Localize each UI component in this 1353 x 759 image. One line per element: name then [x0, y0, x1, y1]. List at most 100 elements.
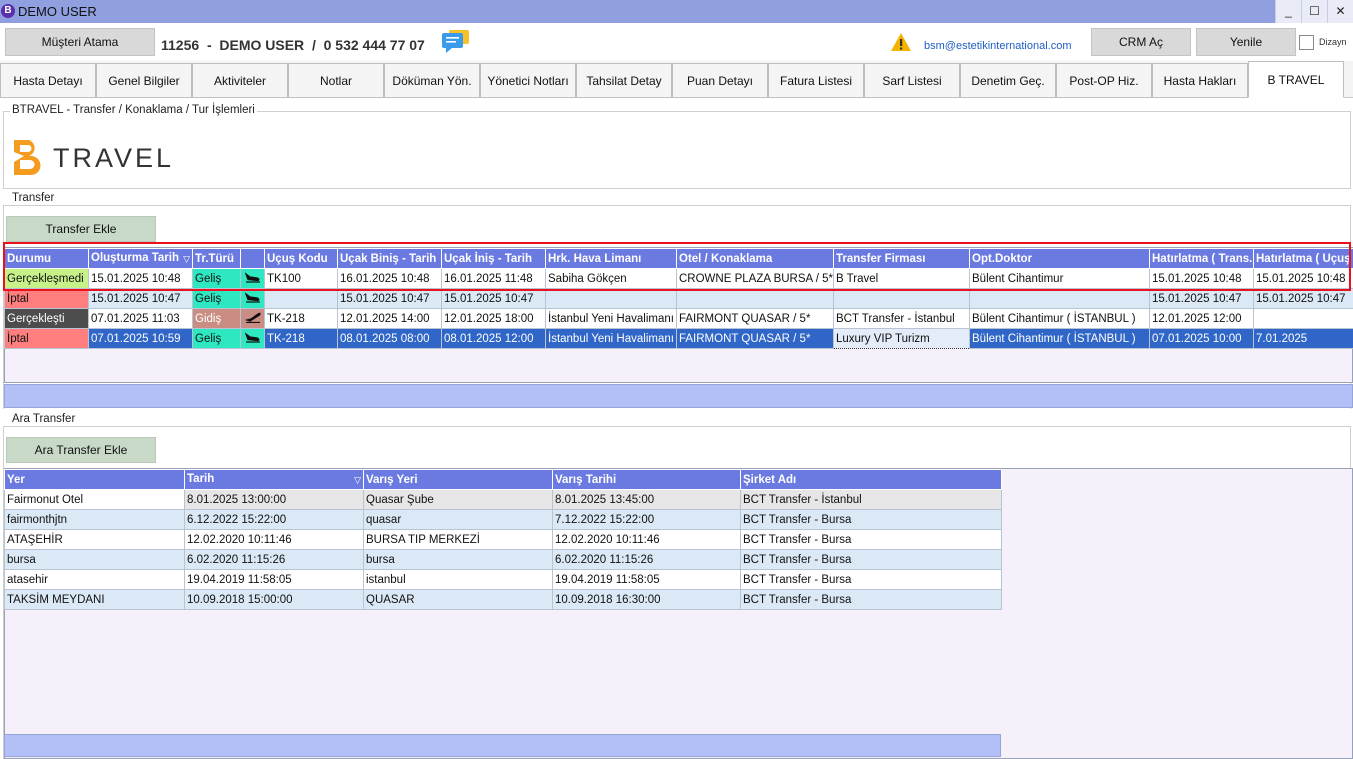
table-cell[interactable]: bursa	[4, 549, 185, 570]
table-row[interactable]: Gerçekleşmedi 15.01.2025 10:48 Geliş TK1…	[4, 268, 1353, 289]
col-varis-tarihi[interactable]: Varış Tarihi	[552, 469, 741, 490]
table-cell[interactable]: BURSA TIP MERKEZİ	[363, 529, 553, 550]
close-button[interactable]: ✕	[1327, 0, 1353, 23]
tab-puan-detayi[interactable]: Puan Detayı	[672, 63, 768, 98]
col-olusturma-tarih[interactable]: Oluşturma Tarih ▽	[88, 248, 193, 269]
table-cell[interactable]: BCT Transfer - Bursa	[740, 569, 1002, 590]
col-otel[interactable]: Otel / Konaklama	[676, 248, 834, 269]
table-cell[interactable]: 19.04.2019 11:58:05	[552, 569, 741, 590]
table-cell[interactable]: QUASAR	[363, 589, 553, 610]
tab-tahsilat-detay[interactable]: Tahsilat Detay	[576, 63, 672, 98]
table-cell[interactable]	[264, 288, 338, 309]
col-durumu[interactable]: Durumu	[4, 248, 89, 269]
maximize-button[interactable]: ☐	[1301, 0, 1327, 23]
table-cell[interactable]: 12.02.2020 10:11:46	[552, 529, 741, 550]
table-row[interactable]: bursa 6.02.2020 11:15:26 bursa 6.02.2020…	[4, 549, 1002, 570]
table-cell[interactable]: BCT Transfer - İstanbul	[740, 489, 1002, 510]
table-row[interactable]: Fairmonut Otel 8.01.2025 13:00:00 Quasar…	[4, 489, 1002, 510]
email-link[interactable]: bsm@estetikinternational.com	[924, 40, 1072, 52]
filter-icon[interactable]: ▽	[183, 254, 190, 265]
type-cell[interactable]: Gidiş	[192, 308, 241, 329]
tab-denetim-gec[interactable]: Denetim Geç.	[960, 63, 1056, 98]
add-transfer-button[interactable]: Transfer Ekle	[6, 216, 156, 242]
table-cell[interactable]: TK-218	[264, 328, 338, 349]
table-cell[interactable]: 12.01.2025 14:00	[337, 308, 442, 329]
assign-customer-button[interactable]: Müşteri Atama	[5, 28, 155, 56]
tab-dokuman-yon[interactable]: Döküman Yön.	[384, 63, 480, 98]
table-cell[interactable]: FAIRMONT QUASAR / 5*	[676, 308, 834, 329]
table-row[interactable]: fairmonthjtn 6.12.2022 15:22:00 quasar 7…	[4, 509, 1002, 530]
table-cell[interactable]: BCT Transfer - Bursa	[740, 509, 1002, 530]
table-cell[interactable]: 07.01.2025 11:03	[88, 308, 193, 329]
table-cell[interactable]: 6.02.2020 11:15:26	[184, 549, 364, 570]
col-transfer-firmasi[interactable]: Transfer Firması	[833, 248, 970, 269]
table-cell[interactable]: Quasar Şube	[363, 489, 553, 510]
col-yer[interactable]: Yer	[4, 469, 185, 490]
table-cell[interactable]	[1253, 308, 1353, 329]
add-ara-transfer-button[interactable]: Ara Transfer Ekle	[6, 437, 156, 463]
table-row[interactable]: Gerçekleşti 07.01.2025 11:03 Gidiş TK-21…	[4, 308, 1353, 329]
table-cell[interactable]: İstanbul Yeni Havalimanı	[545, 328, 677, 349]
tab-yonetici-notlari[interactable]: Yönetici Notları	[480, 63, 576, 98]
status-cell[interactable]: İptal	[4, 288, 89, 309]
table-cell[interactable]: BCT Transfer - İstanbul	[833, 308, 970, 329]
status-cell[interactable]: İptal	[4, 328, 89, 349]
table-cell[interactable]: İstanbul Yeni Havalimanı	[545, 308, 677, 329]
col-ucus-kodu[interactable]: Uçuş Kodu	[264, 248, 338, 269]
table-cell[interactable]: 6.12.2022 15:22:00	[184, 509, 364, 530]
col-hava-limani[interactable]: Hrk. Hava Limanı	[545, 248, 677, 269]
table-row[interactable]: ATAŞEHİR 12.02.2020 10:11:46 BURSA TIP M…	[4, 529, 1002, 550]
type-cell[interactable]: Geliş	[192, 288, 241, 309]
table-cell[interactable]: B Travel	[833, 268, 970, 289]
table-cell[interactable]: BCT Transfer - Bursa	[740, 529, 1002, 550]
table-cell[interactable]: 15.01.2025 10:47	[441, 288, 546, 309]
table-cell[interactable]: atasehir	[4, 569, 185, 590]
table-cell[interactable]: 15.01.2025 10:48	[1253, 268, 1353, 289]
col-icon[interactable]	[240, 248, 265, 269]
col-ucak-binis[interactable]: Uçak Biniş - Tarih	[337, 248, 442, 269]
table-cell[interactable]: Bülent Cihantimur ( İSTANBUL )	[969, 308, 1150, 329]
tab-genel-bilgiler[interactable]: Genel Bilgiler	[96, 63, 192, 98]
table-cell[interactable]: 19.04.2019 11:58:05	[184, 569, 364, 590]
table-row[interactable]: İptal 15.01.2025 10:47 Geliş 15.01.2025 …	[4, 288, 1353, 309]
type-cell[interactable]: Geliş	[192, 268, 241, 289]
status-cell[interactable]: Gerçekleşmedi	[4, 268, 89, 289]
table-cell[interactable]: 12.02.2020 10:11:46	[184, 529, 364, 550]
refresh-button[interactable]: Yenile	[1196, 28, 1296, 56]
table-cell[interactable]: Bülent Cihantimur	[969, 268, 1150, 289]
tab-sarf-listesi[interactable]: Sarf Listesi	[864, 63, 960, 98]
table-cell[interactable]: CROWNE PLAZA BURSA / 5*	[676, 268, 834, 289]
table-row[interactable]: TAKSİM MEYDANI 10.09.2018 15:00:00 QUASA…	[4, 589, 1002, 610]
crm-open-button[interactable]: CRM Aç	[1091, 28, 1191, 56]
col-hatirlatma-trans[interactable]: Hatırlatma ( Trans.	[1149, 248, 1254, 269]
col-hatirlatma-ucus[interactable]: Hatırlatma ( Uçuş	[1253, 248, 1353, 269]
table-row[interactable]: atasehir 19.04.2019 11:58:05 istanbul 19…	[4, 569, 1002, 590]
table-cell[interactable]: 7.12.2022 15:22:00	[552, 509, 741, 530]
table-cell[interactable]: FAIRMONT QUASAR / 5*	[676, 328, 834, 349]
table-cell[interactable]: 6.02.2020 11:15:26	[552, 549, 741, 570]
table-row-selected[interactable]: İptal 07.01.2025 10:59 Geliş TK-218 08.0…	[4, 328, 1353, 349]
table-cell[interactable]: ATAŞEHİR	[4, 529, 185, 550]
table-cell[interactable]: TK100	[264, 268, 338, 289]
table-cell[interactable]: 08.01.2025 08:00	[337, 328, 442, 349]
message-icon[interactable]	[441, 29, 471, 55]
table-cell[interactable]: 15.01.2025 10:47	[88, 288, 193, 309]
tab-b-travel[interactable]: B TRAVEL	[1248, 61, 1344, 98]
table-cell-focused[interactable]: Luxury VIP Turizm	[833, 328, 970, 349]
tab-aktiviteler[interactable]: Aktiviteler	[192, 63, 288, 98]
filter-icon[interactable]: ▽	[354, 475, 361, 486]
table-cell[interactable]: 8.01.2025 13:00:00	[184, 489, 364, 510]
table-cell[interactable]: 15.01.2025 10:48	[88, 268, 193, 289]
table-cell[interactable]: bursa	[363, 549, 553, 570]
table-cell[interactable]: fairmonthjtn	[4, 509, 185, 530]
col-tarih[interactable]: Tarih ▽	[184, 469, 364, 490]
table-cell[interactable]	[545, 288, 677, 309]
table-cell[interactable]: 08.01.2025 12:00	[441, 328, 546, 349]
minimize-button[interactable]: _	[1275, 0, 1301, 23]
table-cell[interactable]: 15.01.2025 10:47	[1149, 288, 1254, 309]
table-cell[interactable]: 16.01.2025 10:48	[337, 268, 442, 289]
table-cell[interactable]: istanbul	[363, 569, 553, 590]
table-cell[interactable]: TK-218	[264, 308, 338, 329]
col-ucak-inis[interactable]: Uçak İniş - Tarih	[441, 248, 546, 269]
tab-hasta-detayi[interactable]: Hasta Detayı	[0, 63, 96, 98]
